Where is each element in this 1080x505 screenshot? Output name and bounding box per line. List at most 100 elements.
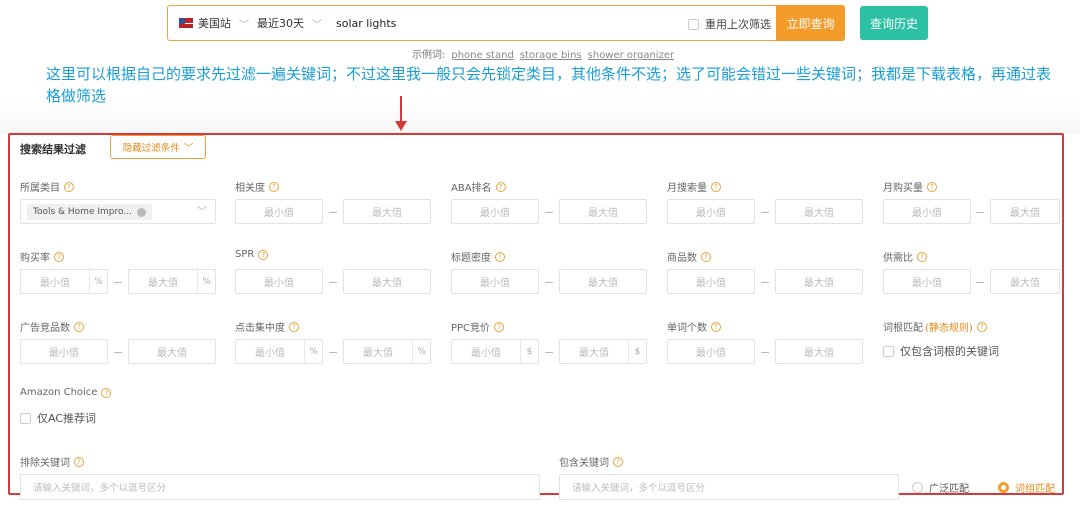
range-separator xyxy=(114,352,122,353)
help-icon: ? xyxy=(269,181,279,192)
field-label: 购买率? xyxy=(20,249,64,264)
example-keyword-link[interactable]: shower organizer xyxy=(588,50,674,61)
site-select-label: 美国站 xyxy=(198,17,231,30)
site-select[interactable]: 美国站 ﹀ xyxy=(198,15,257,31)
product-count-max-input[interactable]: 最大值 xyxy=(775,269,863,294)
click-concentration-min-input[interactable]: 最小值% xyxy=(235,339,323,364)
percent-unit: % xyxy=(89,270,107,293)
chevron-down-icon: ﹀ xyxy=(239,19,249,31)
title-density-min-input[interactable]: 最小值 xyxy=(451,269,539,294)
chevron-down-icon: ﹀ xyxy=(197,207,207,218)
ppc-min-input[interactable]: 最小值 $ xyxy=(451,339,539,364)
range-select-label: 最近30天 xyxy=(257,17,304,30)
purchase-rate-max-input[interactable]: 最大值% xyxy=(128,269,216,294)
query-history-button[interactable]: 查询历史 xyxy=(860,6,928,40)
annotation-text: 这里可以根据自己的要求先过滤一遍关键词；不过这里我一般只会先锁定类目，其他条件不… xyxy=(46,65,1052,105)
range-separator xyxy=(545,282,553,283)
purchase-volume-min-input[interactable]: 最小值 xyxy=(883,199,971,224)
root-match-field: 词根匹配 (静态规则)? xyxy=(883,319,987,334)
spr-min-input[interactable]: 最小值 xyxy=(235,269,323,294)
word-count-min-input[interactable]: 最小值 xyxy=(667,339,755,364)
include-keywords-field: 包含关键词? xyxy=(559,454,623,469)
field-label: 月搜索量? xyxy=(667,179,721,194)
ad-products-min-input[interactable]: 最小值 xyxy=(20,339,108,364)
field-label: Amazon Choice? xyxy=(20,387,112,398)
purchase-rate-min-input[interactable]: 最小值% xyxy=(20,269,108,294)
aba-rank-field: ABA排名? xyxy=(451,179,506,194)
examples-label: 示例词: xyxy=(412,50,446,61)
phrase-match-label: 词组匹配 xyxy=(1015,484,1055,495)
field-label: 点击集中度? xyxy=(235,319,299,334)
title-density-max-input[interactable]: 最大值 xyxy=(559,269,647,294)
supply-demand-min-input[interactable]: 最小值 xyxy=(883,269,971,294)
help-icon: ? xyxy=(613,456,623,467)
help-icon: ? xyxy=(74,321,84,332)
help-icon: ? xyxy=(927,181,937,192)
word-count-field: 单词个数? xyxy=(667,319,721,334)
hide-filters-button[interactable]: 隐藏过滤条件 ﹀ xyxy=(110,135,206,159)
search-input[interactable]: solar lights xyxy=(336,17,396,30)
exclude-keywords-input[interactable]: 请输入关键词，多个以逗号区分 xyxy=(20,474,540,500)
include-keywords-input[interactable]: 请输入关键词，多个以逗号区分 xyxy=(559,474,899,500)
reuse-filter-label: 重用上次筛选 xyxy=(705,18,771,31)
phrase-match-radio[interactable]: 词组匹配 xyxy=(998,480,1055,495)
field-label: 相关度? xyxy=(235,179,279,194)
help-icon: ? xyxy=(54,251,64,262)
help-icon: ? xyxy=(917,251,927,262)
click-concentration-max-input[interactable]: 最大值% xyxy=(343,339,431,364)
relevance-min-input[interactable]: 最小值 xyxy=(235,199,323,224)
range-separator xyxy=(761,212,769,213)
supply-demand-field: 供需比? xyxy=(883,249,927,264)
range-separator xyxy=(761,352,769,353)
field-label: SPR? xyxy=(235,249,269,260)
exclude-keywords-field: 排除关键词? xyxy=(20,454,84,469)
range-separator xyxy=(761,282,769,283)
root-only-checkbox[interactable]: 仅包含词根的关键词 xyxy=(883,343,999,359)
field-label: 所属类目? xyxy=(20,179,74,194)
example-keyword-link[interactable]: storage bins xyxy=(520,50,582,61)
field-label: 商品数? xyxy=(667,249,711,264)
ac-only-checkbox[interactable]: 仅AC推荐词 xyxy=(20,410,96,426)
broad-match-radio[interactable]: 广泛匹配 xyxy=(912,480,969,495)
chevron-down-icon: ﹀ xyxy=(312,19,322,31)
ad-products-max-input[interactable]: 最大值 xyxy=(128,339,216,364)
search-volume-min-input[interactable]: 最小值 xyxy=(667,199,755,224)
category-tag: Tools & Home Impro... xyxy=(27,204,152,220)
range-separator xyxy=(329,352,337,353)
ppc-field: PPC竞价? xyxy=(451,319,505,334)
search-bar: 美国站 ﹀ 最近30天 ﹀ solar lights 重用上次筛选 立即查询 xyxy=(167,5,845,41)
aba-max-input[interactable]: 最大值 xyxy=(559,199,647,224)
checkbox-icon xyxy=(883,345,894,357)
relevance-max-input[interactable]: 最大值 xyxy=(343,199,431,224)
broad-match-label: 广泛匹配 xyxy=(929,484,969,495)
example-keyword-link[interactable]: phone stand xyxy=(451,50,513,61)
field-label: 广告竞品数? xyxy=(20,319,84,334)
product-count-field: 商品数? xyxy=(667,249,711,264)
help-icon: ? xyxy=(494,321,505,332)
purchase-volume-max-input[interactable]: 最大值 xyxy=(990,199,1060,224)
field-label: 月购买量? xyxy=(883,179,937,194)
submit-query-button[interactable]: 立即查询 xyxy=(776,5,845,41)
range-separator xyxy=(329,212,337,213)
aba-min-input[interactable]: 最小值 xyxy=(451,199,539,224)
field-label: 排除关键词? xyxy=(20,454,84,469)
close-icon[interactable] xyxy=(136,207,146,217)
root-match-mode-link[interactable]: (静态规则) xyxy=(925,319,973,334)
field-label: 词根匹配 (静态规则)? xyxy=(883,319,987,334)
ppc-max-input[interactable]: 最大值 $ xyxy=(559,339,647,364)
range-separator xyxy=(114,282,122,283)
dollar-unit: $ xyxy=(520,340,538,363)
range-separator xyxy=(329,282,337,283)
word-count-max-input[interactable]: 最大值 xyxy=(775,339,863,364)
supply-demand-max-input[interactable]: 最大值 xyxy=(990,269,1060,294)
product-count-min-input[interactable]: 最小值 xyxy=(667,269,755,294)
reuse-filter-checkbox[interactable]: 重用上次筛选 xyxy=(688,16,771,32)
range-select[interactable]: 最近30天 ﹀ xyxy=(257,15,330,31)
hide-filters-label: 隐藏过滤条件 xyxy=(122,143,180,154)
help-icon: ? xyxy=(74,456,84,467)
search-volume-max-input[interactable]: 最大值 xyxy=(775,199,863,224)
spr-max-input[interactable]: 最大值 xyxy=(343,269,431,294)
percent-unit: % xyxy=(412,340,430,363)
category-select[interactable]: Tools & Home Impro... ﹀ xyxy=(20,199,216,224)
help-icon: ? xyxy=(258,249,269,260)
